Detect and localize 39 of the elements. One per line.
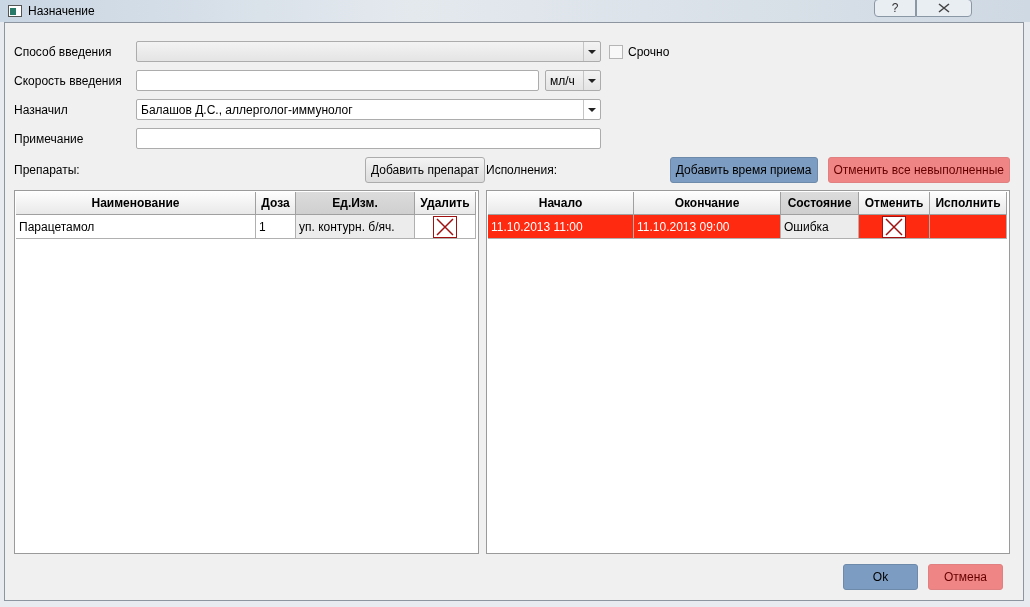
column-header[interactable]: Удалить <box>415 192 476 215</box>
column-header[interactable]: Отменить <box>859 192 930 215</box>
close-button[interactable] <box>916 0 972 17</box>
column-header[interactable]: Исполнить <box>930 192 1007 215</box>
table-cell: Парацетамол <box>16 215 256 239</box>
column-header[interactable]: Начало <box>488 192 634 215</box>
table-cell: 11.10.2013 09:00 <box>634 215 781 239</box>
add-time-button[interactable]: Добавить время приема <box>669 157 818 183</box>
delete-icon[interactable] <box>433 215 457 238</box>
add-drug-button[interactable]: Добавить препарат <box>365 157 485 183</box>
help-button[interactable]: ? <box>874 0 916 17</box>
cancel-button[interactable]: Отмена <box>928 564 1003 590</box>
column-header[interactable]: Ед.Изм. <box>296 192 415 215</box>
unit-dropdown[interactable]: мл/ч <box>545 70 601 91</box>
table-cell: 1 <box>256 215 296 239</box>
cancel-all-button[interactable]: Отменить все невыполненные <box>827 157 1010 183</box>
note-field[interactable] <box>136 128 601 149</box>
table-cell: 11.10.2013 11:00 <box>488 215 634 239</box>
close-icon <box>938 3 950 13</box>
column-header[interactable]: Состояние <box>781 192 859 215</box>
section-label: Исполнения: <box>486 163 558 177</box>
window-icon <box>8 5 22 17</box>
field-label: Примечание <box>14 131 85 146</box>
field-label: Способ введения <box>14 44 113 59</box>
column-header[interactable]: Наименование <box>16 192 256 215</box>
table-cell: уп. контурн. б/яч. <box>296 215 415 239</box>
column-header[interactable]: Окончание <box>634 192 781 215</box>
table-cell: Ошибка <box>781 215 859 239</box>
urgent-checkbox[interactable] <box>609 44 623 59</box>
field-label: Скорость введения <box>14 73 123 88</box>
ok-button[interactable]: Ok <box>843 564 918 590</box>
window-title: Назначение <box>28 4 96 18</box>
section-label: Препараты: <box>14 163 81 177</box>
checkbox-label: Срочно <box>628 44 670 59</box>
prescriber-dropdown[interactable]: Балашов Д.С., аллерголог-иммунолог <box>136 99 601 120</box>
speed-field[interactable] <box>136 70 539 91</box>
column-header[interactable]: Доза <box>256 192 296 215</box>
field-label: Назначил <box>14 102 69 117</box>
delete-icon[interactable] <box>882 215 906 238</box>
